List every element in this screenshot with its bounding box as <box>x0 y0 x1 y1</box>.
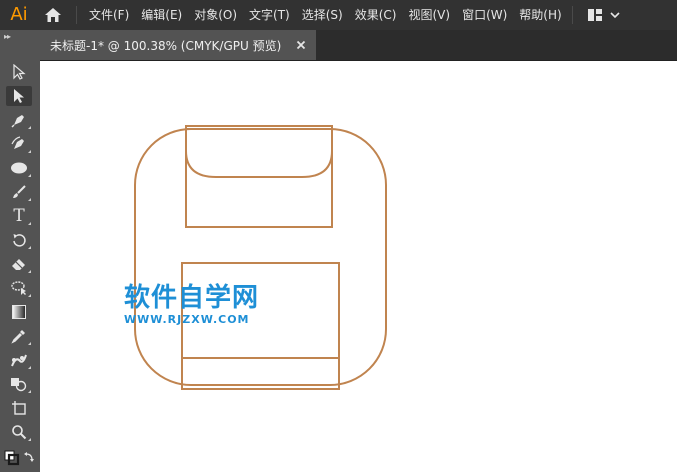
menu-items: 文件(F) 编辑(E) 对象(O) 文字(T) 选择(S) 效果(C) 视图(V… <box>83 0 568 30</box>
direct-selection-tool[interactable] <box>6 86 32 106</box>
workspace-layout-icon <box>587 9 602 21</box>
pen-icon <box>11 115 24 128</box>
menu-bar: Ai 文件(F) 编辑(E) 对象(O) 文字(T) 选择(S) 效果(C) 视… <box>0 0 677 30</box>
document-tab-bar: 未标题-1* @ 100.38% (CMYK/GPU 预览) <box>40 30 677 61</box>
puppet-warp-icon <box>11 354 27 367</box>
paintbrush-tool[interactable] <box>6 182 32 202</box>
watermark-url: WWW.RJZXW.COM <box>124 313 250 326</box>
document-tab[interactable]: 未标题-1* @ 100.38% (CMYK/GPU 预览) <box>40 30 316 60</box>
lasso-icon <box>11 281 26 295</box>
shape-builder-tool[interactable] <box>6 374 32 394</box>
curvature-tool[interactable] <box>6 134 32 154</box>
ellipse-tool[interactable] <box>6 158 32 178</box>
zoom-tool[interactable] <box>6 422 32 442</box>
home-button[interactable] <box>42 4 64 26</box>
menu-effect[interactable]: 效果(C) <box>349 0 403 30</box>
menu-type[interactable]: 文字(T) <box>243 0 296 30</box>
menu-file[interactable]: 文件(F) <box>83 0 135 30</box>
document-tab-close-button[interactable] <box>294 38 308 52</box>
curvature-pen-icon <box>11 136 24 149</box>
close-icon <box>296 40 306 50</box>
menu-select[interactable]: 选择(S) <box>296 0 349 30</box>
type-tool[interactable]: T <box>6 206 32 226</box>
workspace-switcher[interactable] <box>587 8 621 22</box>
eraser-tool[interactable] <box>6 254 32 274</box>
pen-tool[interactable] <box>6 110 32 130</box>
gradient-icon <box>12 305 26 319</box>
lasso-tool[interactable] <box>6 278 32 298</box>
artboard-tool[interactable] <box>6 398 32 418</box>
menu-divider <box>76 6 77 24</box>
panel-grip[interactable]: ▸▸ <box>4 33 18 41</box>
artboard-icon <box>12 401 26 415</box>
type-icon: T <box>13 206 25 226</box>
eyedropper-tool[interactable] <box>6 326 32 346</box>
floppy-disk-artwork[interactable] <box>40 61 677 472</box>
menu-object[interactable]: 对象(O) <box>188 0 243 30</box>
menu-edit[interactable]: 编辑(E) <box>135 0 188 30</box>
magnifier-icon <box>12 425 27 440</box>
home-icon <box>45 8 61 22</box>
menu-window[interactable]: 窗口(W) <box>456 0 513 30</box>
document-tab-title: 未标题-1* @ 100.38% (CMYK/GPU 预览) <box>50 38 282 53</box>
top-shutter-rounded-cap <box>185 126 333 178</box>
selection-tool[interactable] <box>6 62 32 82</box>
rotate-tool[interactable] <box>6 230 32 250</box>
shape-builder-icon <box>11 378 27 392</box>
puppet-warp-tool[interactable] <box>6 350 32 370</box>
fill-stroke-icon <box>4 450 34 466</box>
menu-help[interactable]: 帮助(H) <box>513 0 567 30</box>
rotate-icon <box>13 234 26 247</box>
direct-arrow-icon <box>14 89 24 103</box>
illustrator-window: Ai 文件(F) 编辑(E) 对象(O) 文字(T) 选择(S) 效果(C) 视… <box>0 0 677 472</box>
chevron-down-icon <box>610 12 620 19</box>
eraser-icon <box>12 259 25 270</box>
menu-divider <box>571 6 573 24</box>
brush-icon <box>13 185 26 198</box>
app-logo: Ai <box>10 4 28 25</box>
artboard-canvas[interactable]: 软件自学网 WWW.RJZXW.COM <box>40 61 677 472</box>
menu-view[interactable]: 视图(V) <box>402 0 456 30</box>
eyedropper-icon <box>11 330 25 344</box>
gradient-tool[interactable] <box>6 302 32 322</box>
outer-rounded-square <box>134 128 387 386</box>
arrow-icon <box>13 64 26 80</box>
watermark: 软件自学网 WWW.RJZXW.COM <box>124 283 284 327</box>
tools-panel: ▸▸ T <box>0 30 41 472</box>
fill-stroke-swatch[interactable] <box>2 448 38 468</box>
ellipse-icon <box>11 162 27 174</box>
watermark-title: 软件自学网 <box>124 283 260 313</box>
